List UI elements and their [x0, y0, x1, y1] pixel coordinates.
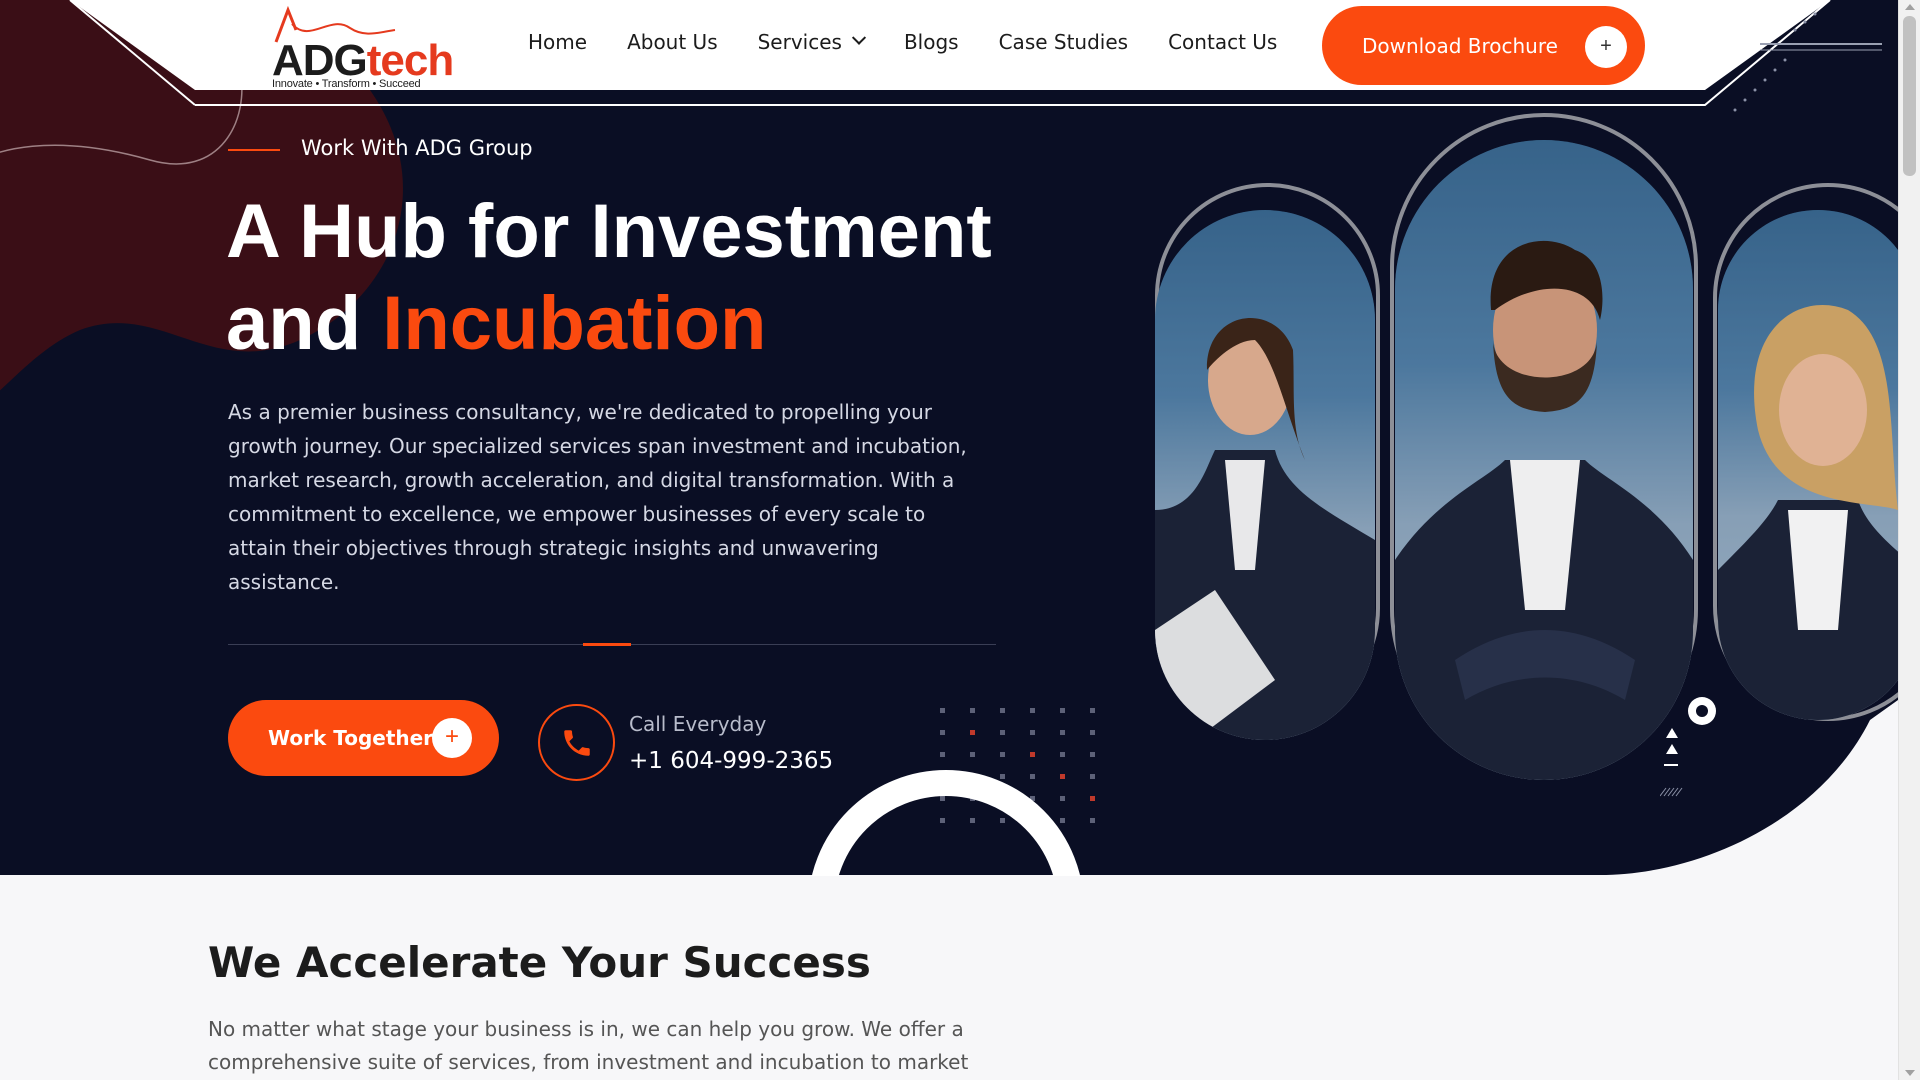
main-nav: Home About Us Services Blogs Case Studie…: [528, 30, 1317, 54]
hero-title-line1: A Hub for Investment: [226, 189, 992, 274]
scrollbar-thumb[interactable]: [1903, 16, 1916, 176]
nav-blogs[interactable]: Blogs: [904, 30, 959, 54]
hero-title-accent: Incubation: [382, 281, 767, 366]
hero-title: A Hub for Investment and Incubation: [226, 186, 992, 370]
nav-case-studies[interactable]: Case Studies: [999, 30, 1129, 54]
section-title: We Accelerate Your Success: [208, 938, 871, 987]
hero-description: As a premier business consultancy, we're…: [228, 400, 967, 594]
circle-decoration: [1688, 697, 1716, 725]
man-portrait-image: [1395, 140, 1693, 780]
photo-pill-left: [1155, 210, 1375, 740]
logo-tagline: Innovate • Transform • Succeed: [272, 78, 421, 90]
nav-home[interactable]: Home: [528, 30, 587, 54]
page: ADGtech Innovate • Transform • Succeed H…: [0, 0, 1898, 1080]
scroll-up-icon[interactable]: [1905, 4, 1915, 10]
photo-pill-right: [1718, 210, 1898, 720]
page-scrollbar[interactable]: [1898, 0, 1920, 1080]
hero-eyebrow: Work With ADG Group: [301, 136, 533, 160]
photo-pill-center: [1395, 140, 1693, 780]
nav-about-us[interactable]: About Us: [627, 30, 718, 54]
plus-icon: +: [1585, 26, 1627, 68]
brand-logo[interactable]: ADGtech Innovate • Transform • Succeed: [270, 4, 455, 90]
nav-contact-us[interactable]: Contact Us: [1168, 30, 1277, 54]
section-description: No matter what stage your business is in…: [208, 1017, 969, 1074]
eyebrow-line: [228, 149, 280, 151]
woman-portrait-image: [1155, 210, 1375, 740]
hero-title-line2-plain: and: [226, 281, 383, 366]
scroll-down-icon[interactable]: [1905, 1070, 1915, 1076]
nav-services[interactable]: Services: [758, 30, 867, 54]
hero-divider-accent: [583, 643, 631, 646]
chevron-down-icon: [851, 30, 867, 45]
woman-blonde-portrait-image: [1718, 210, 1898, 720]
arrow-decoration: [1660, 728, 1683, 797]
download-brochure-button[interactable]: Download Brochure +: [1322, 6, 1645, 85]
download-brochure-label: Download Brochure: [1362, 33, 1558, 58]
